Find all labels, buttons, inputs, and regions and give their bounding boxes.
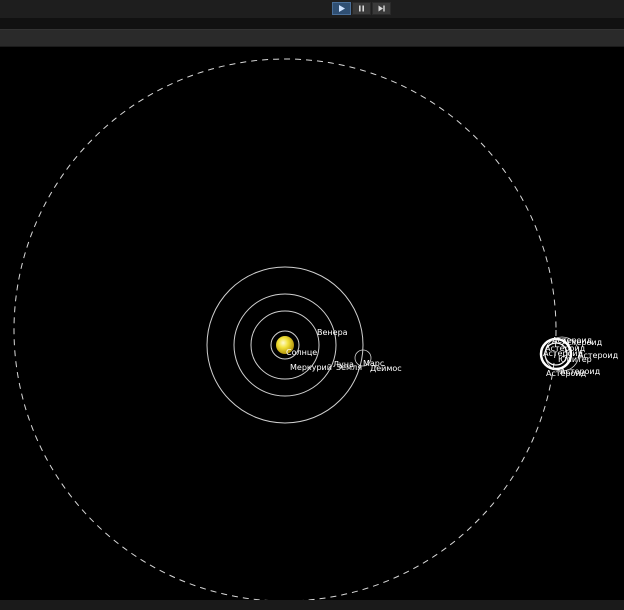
label-jupiter: Юпитер xyxy=(558,355,592,364)
toolbar-gap xyxy=(0,18,624,29)
playback-controls xyxy=(332,2,391,16)
secondary-toolbar xyxy=(0,29,624,47)
top-toolbar xyxy=(0,0,624,19)
label-sun: Солнце xyxy=(286,348,317,357)
play-button[interactable] xyxy=(332,2,351,15)
solar-system-view[interactable]: Солнце Венера Меркурий Земля Луна Марс Д… xyxy=(0,46,624,600)
label-mercury: Меркурий xyxy=(290,363,332,372)
step-forward-icon xyxy=(378,5,385,12)
label-venus: Венера xyxy=(317,328,348,337)
pause-button[interactable] xyxy=(352,2,371,15)
play-icon xyxy=(339,5,345,12)
label-asteroid-7: Астероид xyxy=(546,369,587,378)
label-moon: Луна xyxy=(333,360,354,369)
label-deimos: Деймос xyxy=(370,364,402,373)
outer-orbit xyxy=(13,58,557,600)
step-button[interactable] xyxy=(372,2,391,15)
bottom-status-bar xyxy=(0,600,624,610)
pause-icon xyxy=(359,5,364,12)
